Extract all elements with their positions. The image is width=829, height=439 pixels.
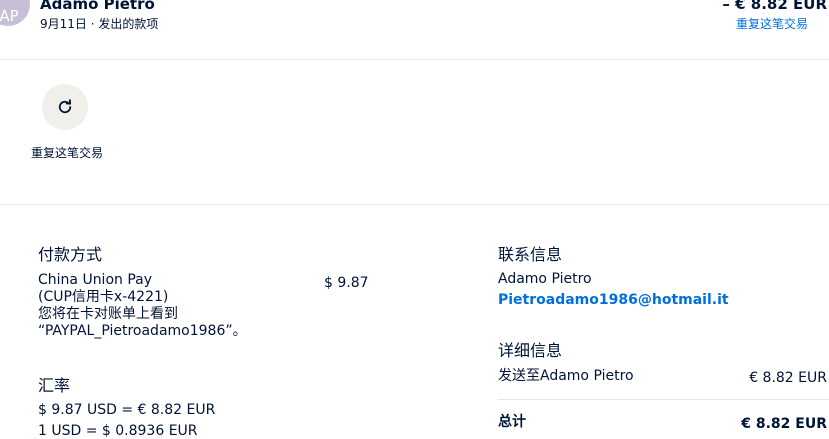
repeat-transaction-button[interactable] — [42, 84, 88, 130]
details-title: 详细信息 — [498, 341, 563, 360]
avatar: AP — [0, 0, 30, 26]
payment-amount: $ 9.87 — [324, 275, 369, 291]
transaction-subtitle: 9月11日 · 发出的款项 — [40, 17, 159, 31]
sent-to-amount: € 8.82 EUR — [749, 370, 827, 386]
contact-info-title: 联系信息 — [498, 245, 563, 264]
repeat-transaction-link[interactable]: 重复这笔交易 — [736, 15, 808, 32]
payment-method-title: 付款方式 — [38, 245, 103, 264]
exchange-rate-line: $ 9.87 USD = € 8.82 EUR — [38, 402, 216, 418]
total-amount: € 8.82 EUR — [741, 416, 827, 432]
total-label: 总计 — [498, 414, 526, 430]
exchange-rate-title: 汇率 — [38, 376, 71, 395]
payment-method-line: (CUP信用卡x-4221) — [38, 289, 169, 305]
divider — [498, 399, 829, 400]
contact-name: Adamo Pietro — [498, 271, 592, 287]
payment-method-line: 您将在卡对账单上看到 — [38, 306, 178, 322]
repeat-transaction-label: 重复这笔交易 — [30, 146, 103, 160]
avatar-initials: AP — [0, 7, 19, 25]
divider — [0, 59, 829, 60]
sent-to-label: 发送至Adamo Pietro — [498, 368, 634, 384]
recipient-name: Adamo Pietro — [40, 0, 155, 13]
contact-email-link[interactable]: Pietroadamo1986@hotmail.it — [498, 292, 729, 308]
refresh-icon — [58, 99, 72, 114]
payment-method-line: China Union Pay — [38, 272, 153, 288]
transaction-amount: – € 8.82 EUR — [722, 0, 827, 13]
divider — [0, 204, 829, 205]
payment-method-line: “PAYPAL_Pietroadamo1986”。 — [38, 323, 247, 339]
